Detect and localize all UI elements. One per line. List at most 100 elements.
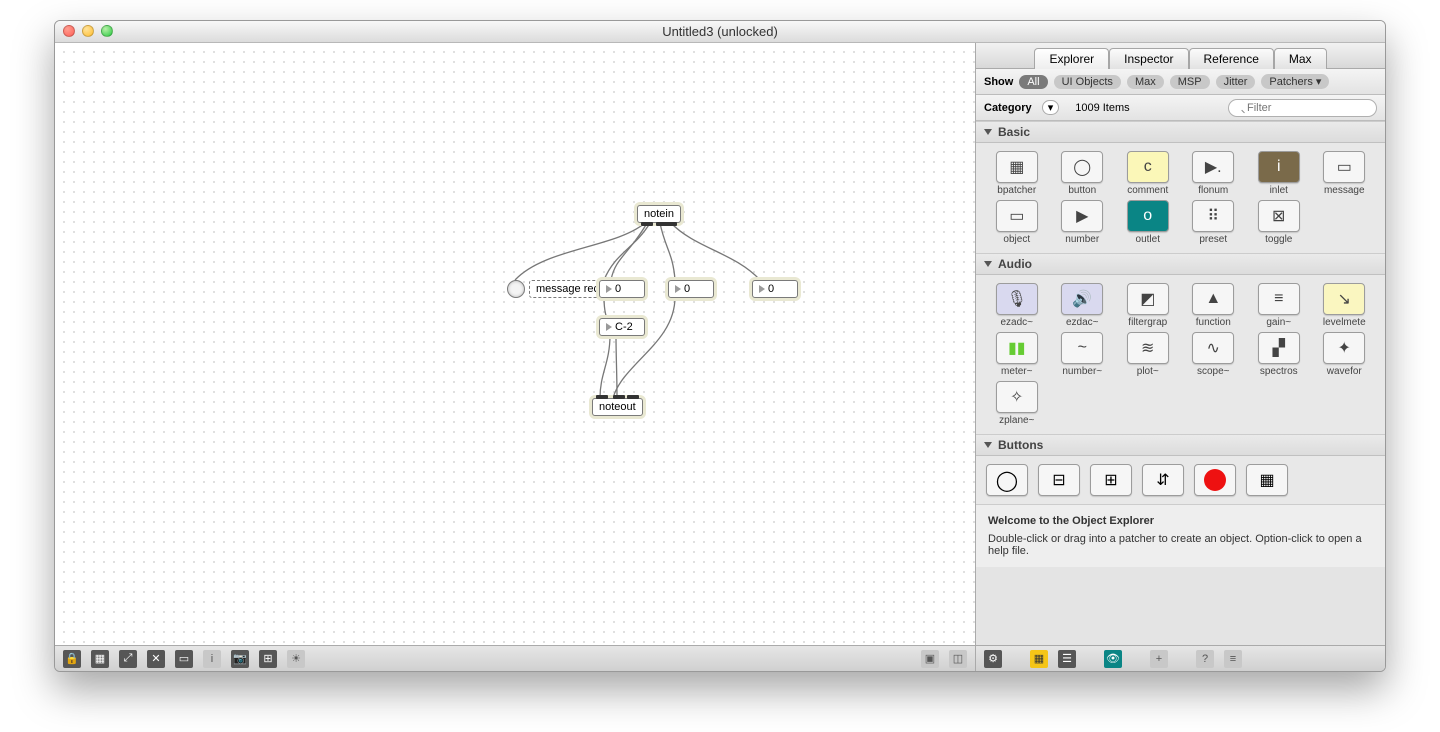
- palette-label: zplane~: [989, 415, 1045, 426]
- filter-max[interactable]: Max: [1127, 75, 1164, 89]
- close-box-icon[interactable]: ✕: [147, 650, 165, 668]
- palette-label: object: [989, 234, 1045, 245]
- wavefor-icon: ✦: [1323, 332, 1365, 364]
- palette-item-bpatcher[interactable]: ▦bpatcher: [986, 151, 1048, 196]
- section-title: Basic: [998, 125, 1030, 139]
- content-area: notein message received 0 0 0: [55, 43, 1385, 671]
- tab-inspector[interactable]: Inspector: [1109, 48, 1188, 69]
- palette-item-function[interactable]: ▲function: [1183, 283, 1245, 328]
- palette-label: function: [1185, 317, 1241, 328]
- tab-max[interactable]: Max: [1274, 48, 1327, 69]
- filter-patchers[interactable]: Patchers ▾: [1261, 74, 1329, 89]
- palette-item-preset[interactable]: ⠿preset: [1183, 200, 1245, 245]
- ezadctilde-icon: 🎙: [996, 283, 1038, 315]
- help-body: Double-click or drag into a patcher to c…: [988, 533, 1373, 557]
- palette-label: wavefor: [1316, 366, 1372, 377]
- minimize-window-button[interactable]: [82, 25, 94, 37]
- palette-item-levelmete[interactable]: ↘ levelmete: [1314, 283, 1376, 328]
- patcher-canvas[interactable]: notein message received 0 0 0: [55, 43, 975, 645]
- palette-item-numbertilde[interactable]: ~number~: [1052, 332, 1114, 377]
- new-object-icon[interactable]: ▦: [91, 650, 109, 668]
- palette-item-message[interactable]: ▭message: [1314, 151, 1376, 196]
- filter-all[interactable]: All: [1019, 75, 1047, 89]
- palette-item-zplanetilde[interactable]: ✧zplane~: [986, 381, 1048, 426]
- object-noteout[interactable]: noteout: [592, 398, 643, 416]
- snapshot-icon[interactable]: 📷: [231, 650, 249, 668]
- gear-icon[interactable]: ⚙: [984, 650, 1002, 668]
- levelmete-icon: ↘: [1323, 283, 1365, 315]
- note-value: C-2: [615, 321, 633, 333]
- number-box-1[interactable]: 0: [599, 280, 645, 298]
- category-dropdown[interactable]: ▾: [1042, 100, 1060, 115]
- plottilde-icon: ≋: [1127, 332, 1169, 364]
- note-name-box[interactable]: C-2: [599, 318, 645, 336]
- palette-item-wavefor[interactable]: ✦ wavefor: [1314, 332, 1376, 377]
- search-input[interactable]: [1228, 99, 1377, 117]
- button-item-led[interactable]: [1194, 464, 1236, 496]
- object-notein[interactable]: notein: [637, 205, 681, 223]
- number-box-3[interactable]: 0: [752, 280, 798, 298]
- add-icon[interactable]: +: [1150, 650, 1168, 668]
- grid-view-icon[interactable]: ▦: [1030, 650, 1048, 668]
- palette-item-button[interactable]: ◯button: [1052, 151, 1114, 196]
- object-label: notein: [644, 208, 674, 220]
- button-item-incdec[interactable]: ⊟: [1038, 464, 1080, 496]
- bang-button[interactable]: [507, 280, 525, 298]
- palette-item-gaintilde[interactable]: ≡gain~: [1248, 283, 1310, 328]
- palette-item-inlet[interactable]: iinlet: [1248, 151, 1310, 196]
- grid-icon[interactable]: ⊞: [259, 650, 277, 668]
- disclosure-icon: [984, 261, 992, 267]
- comment-icon: c: [1127, 151, 1169, 183]
- help-icon[interactable]: ?: [1196, 650, 1214, 668]
- section-buttons[interactable]: Buttons: [976, 434, 1385, 456]
- filter-uiobjects[interactable]: UI Objects: [1054, 75, 1121, 89]
- filter-msp[interactable]: MSP: [1170, 75, 1210, 89]
- palette-item-scopetilde[interactable]: ∿scope~: [1183, 332, 1245, 377]
- number-icon: ▶: [1061, 200, 1103, 232]
- view-split-icon[interactable]: ◫: [949, 650, 967, 668]
- zoom-icon[interactable]: ⤢: [119, 650, 137, 668]
- disclosure-icon: [984, 442, 992, 448]
- palette-item-comment[interactable]: ccomment: [1117, 151, 1179, 196]
- presentation-icon[interactable]: ▭: [175, 650, 193, 668]
- palette-item-plottilde[interactable]: ≋plot~: [1117, 332, 1179, 377]
- lock-icon[interactable]: 🔒: [63, 650, 81, 668]
- preview-icon[interactable]: 👁: [1104, 650, 1122, 668]
- palette-item-spectros[interactable]: ▞spectros: [1248, 332, 1310, 377]
- button-item-incdec2[interactable]: ⊞: [1090, 464, 1132, 496]
- view-single-icon[interactable]: ▣: [921, 650, 939, 668]
- button-item-matrix[interactable]: ▦: [1246, 464, 1288, 496]
- palette-item-metertilde[interactable]: ▮▮meter~: [986, 332, 1048, 377]
- palette-item-toggle[interactable]: ⊠toggle: [1248, 200, 1310, 245]
- palette-item-outlet[interactable]: ooutlet: [1117, 200, 1179, 245]
- category-row: Category ▾ 1009 Items: [976, 95, 1385, 121]
- list-view-icon[interactable]: ☰: [1058, 650, 1076, 668]
- palette-label: number: [1054, 234, 1110, 245]
- section-audio[interactable]: Audio: [976, 253, 1385, 275]
- section-basic[interactable]: Basic: [976, 121, 1385, 143]
- number-box-2[interactable]: 0: [668, 280, 714, 298]
- help-title: Welcome to the Object Explorer: [988, 515, 1373, 527]
- button-item-circle[interactable]: ◯: [986, 464, 1028, 496]
- number-value: 0: [768, 283, 774, 295]
- palette-item-number[interactable]: ▶ number: [1052, 200, 1114, 245]
- info-icon[interactable]: i: [203, 650, 221, 668]
- palette-item-object[interactable]: ▭object: [986, 200, 1048, 245]
- scopetilde-icon: ∿: [1192, 332, 1234, 364]
- filter-jitter[interactable]: Jitter: [1216, 75, 1256, 89]
- light-icon[interactable]: ☀: [287, 650, 305, 668]
- button-item-updown[interactable]: ⇵: [1142, 464, 1184, 496]
- spectros-icon: ▞: [1258, 332, 1300, 364]
- menu-icon[interactable]: ≡: [1224, 650, 1242, 668]
- section-title: Audio: [998, 257, 1032, 271]
- palette-item-flonum[interactable]: ▶.flonum: [1183, 151, 1245, 196]
- section-title: Buttons: [998, 438, 1043, 452]
- palette-item-ezdactilde[interactable]: 🔊ezdac~: [1052, 283, 1114, 328]
- tab-reference[interactable]: Reference: [1189, 48, 1274, 69]
- palette-item-ezadctilde[interactable]: 🎙ezadc~: [986, 283, 1048, 328]
- tab-explorer[interactable]: Explorer: [1034, 48, 1109, 69]
- palette-label: levelmete: [1316, 317, 1372, 328]
- close-window-button[interactable]: [63, 25, 75, 37]
- palette-item-filtergrap[interactable]: ◩filtergrap: [1117, 283, 1179, 328]
- zoom-window-button[interactable]: [101, 25, 113, 37]
